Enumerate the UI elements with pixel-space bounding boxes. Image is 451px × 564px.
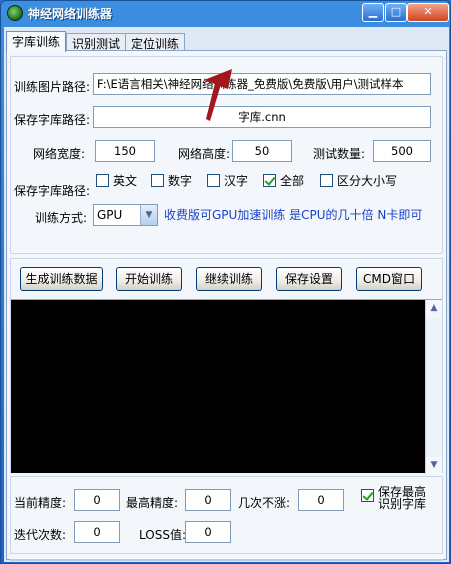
save-best-option[interactable]: 保存最高识别字库	[361, 486, 428, 510]
current-accuracy-label: 当前精度:	[14, 496, 67, 510]
loss-value-field[interactable]: 0	[185, 521, 231, 543]
app-window: 神经网络训练器 ▁ □ ✕ 字库训练 识别测试 定位训练 训练图片路径: F:\…	[0, 0, 451, 564]
console-scrollbar[interactable]: ▲ ▼	[425, 300, 442, 474]
net-width-label: 网络宽度:	[33, 147, 86, 161]
stall-count-value[interactable]: 0	[298, 489, 344, 511]
stall-count-label: 几次不涨:	[238, 496, 291, 510]
train-mode-select[interactable]: GPU ▼	[93, 204, 158, 226]
save-lib-path-label-2: 保存字库路径:	[14, 184, 91, 198]
stats-group: 当前精度: 0 最高精度: 0 几次不涨: 0 保存最高识别字库 迭代次数: 0…	[10, 476, 443, 554]
start-training-button[interactable]: 开始训练	[116, 267, 182, 291]
tab-location-training[interactable]: 定位训练	[125, 33, 186, 51]
gpu-notice: 收费版可GPU加速训练 是CPU的几十倍 N卡即可	[164, 208, 423, 222]
iteration-count-label: 迭代次数:	[14, 528, 67, 542]
tab-panel: 训练图片路径: F:\E语言相关\神经网络训练器_免费版\免费版\用户\测试样本…	[6, 50, 447, 561]
net-width-input[interactable]: 150	[95, 140, 155, 162]
current-accuracy-value[interactable]: 0	[74, 489, 120, 511]
app-logo-icon	[7, 5, 23, 21]
scroll-down-icon[interactable]: ▼	[426, 457, 442, 474]
close-button[interactable]: ✕	[407, 3, 449, 22]
settings-group: 训练图片路径: F:\E语言相关\神经网络训练器_免费版\免费版\用户\测试样本…	[10, 56, 443, 254]
console-output[interactable]: ▲ ▼	[11, 299, 442, 474]
option-chinese[interactable]: 汉字	[207, 172, 248, 189]
checkbox-chinese[interactable]	[207, 174, 220, 187]
iteration-count-value[interactable]: 0	[74, 521, 120, 543]
save-lib-path-input[interactable]: 字库.cnn	[93, 106, 431, 128]
checkbox-english[interactable]	[96, 174, 109, 187]
cmd-window-button[interactable]: CMD窗口	[356, 267, 422, 291]
option-case-sensitive[interactable]: 区分大小写	[320, 172, 397, 189]
save-settings-button[interactable]: 保存设置	[276, 267, 342, 291]
option-all[interactable]: 全部	[263, 172, 304, 189]
status-divider	[10, 559, 443, 561]
generate-data-button[interactable]: 生成训练数据	[20, 267, 103, 291]
option-english[interactable]: 英文	[96, 172, 137, 189]
test-count-label: 测试数量:	[313, 147, 366, 161]
continue-training-button[interactable]: 继续训练	[196, 267, 262, 291]
minimize-button[interactable]: ▁	[362, 3, 384, 22]
test-count-input[interactable]: 500	[373, 140, 431, 162]
checkbox-save-best[interactable]	[361, 489, 374, 502]
window-title: 神经网络训练器	[28, 7, 113, 21]
client-area: 字库训练 识别测试 定位训练 训练图片路径: F:\E语言相关\神经网络训练器_…	[4, 27, 449, 562]
image-path-input[interactable]: F:\E语言相关\神经网络训练器_免费版\免费版\用户\测试样本	[93, 73, 431, 95]
max-accuracy-value[interactable]: 0	[185, 489, 231, 511]
image-path-label: 训练图片路径:	[14, 80, 91, 94]
chevron-down-icon[interactable]: ▼	[140, 205, 157, 225]
train-mode-label: 训练方式:	[35, 211, 88, 225]
checkbox-case-sensitive[interactable]	[320, 174, 333, 187]
option-digits[interactable]: 数字	[151, 172, 192, 189]
checkbox-digits[interactable]	[151, 174, 164, 187]
title-bar[interactable]: 神经网络训练器 ▁ □ ✕	[1, 1, 450, 25]
maximize-button[interactable]: □	[385, 3, 407, 22]
save-lib-path-label: 保存字库路径:	[14, 113, 91, 127]
net-height-label: 网络高度:	[178, 147, 231, 161]
max-accuracy-label: 最高精度:	[126, 496, 179, 510]
actions-console-group: 生成训练数据 开始训练 继续训练 保存设置 CMD窗口 ▲ ▼	[10, 258, 443, 474]
loss-value-label: LOSS值:	[139, 528, 186, 542]
checkbox-all[interactable]	[263, 174, 276, 187]
scroll-up-icon[interactable]: ▲	[426, 300, 442, 317]
net-height-input[interactable]: 50	[232, 140, 292, 162]
tab-recognition-test[interactable]: 识别测试	[66, 33, 127, 51]
tab-font-training[interactable]: 字库训练	[6, 31, 67, 52]
train-mode-value: GPU	[97, 208, 123, 222]
